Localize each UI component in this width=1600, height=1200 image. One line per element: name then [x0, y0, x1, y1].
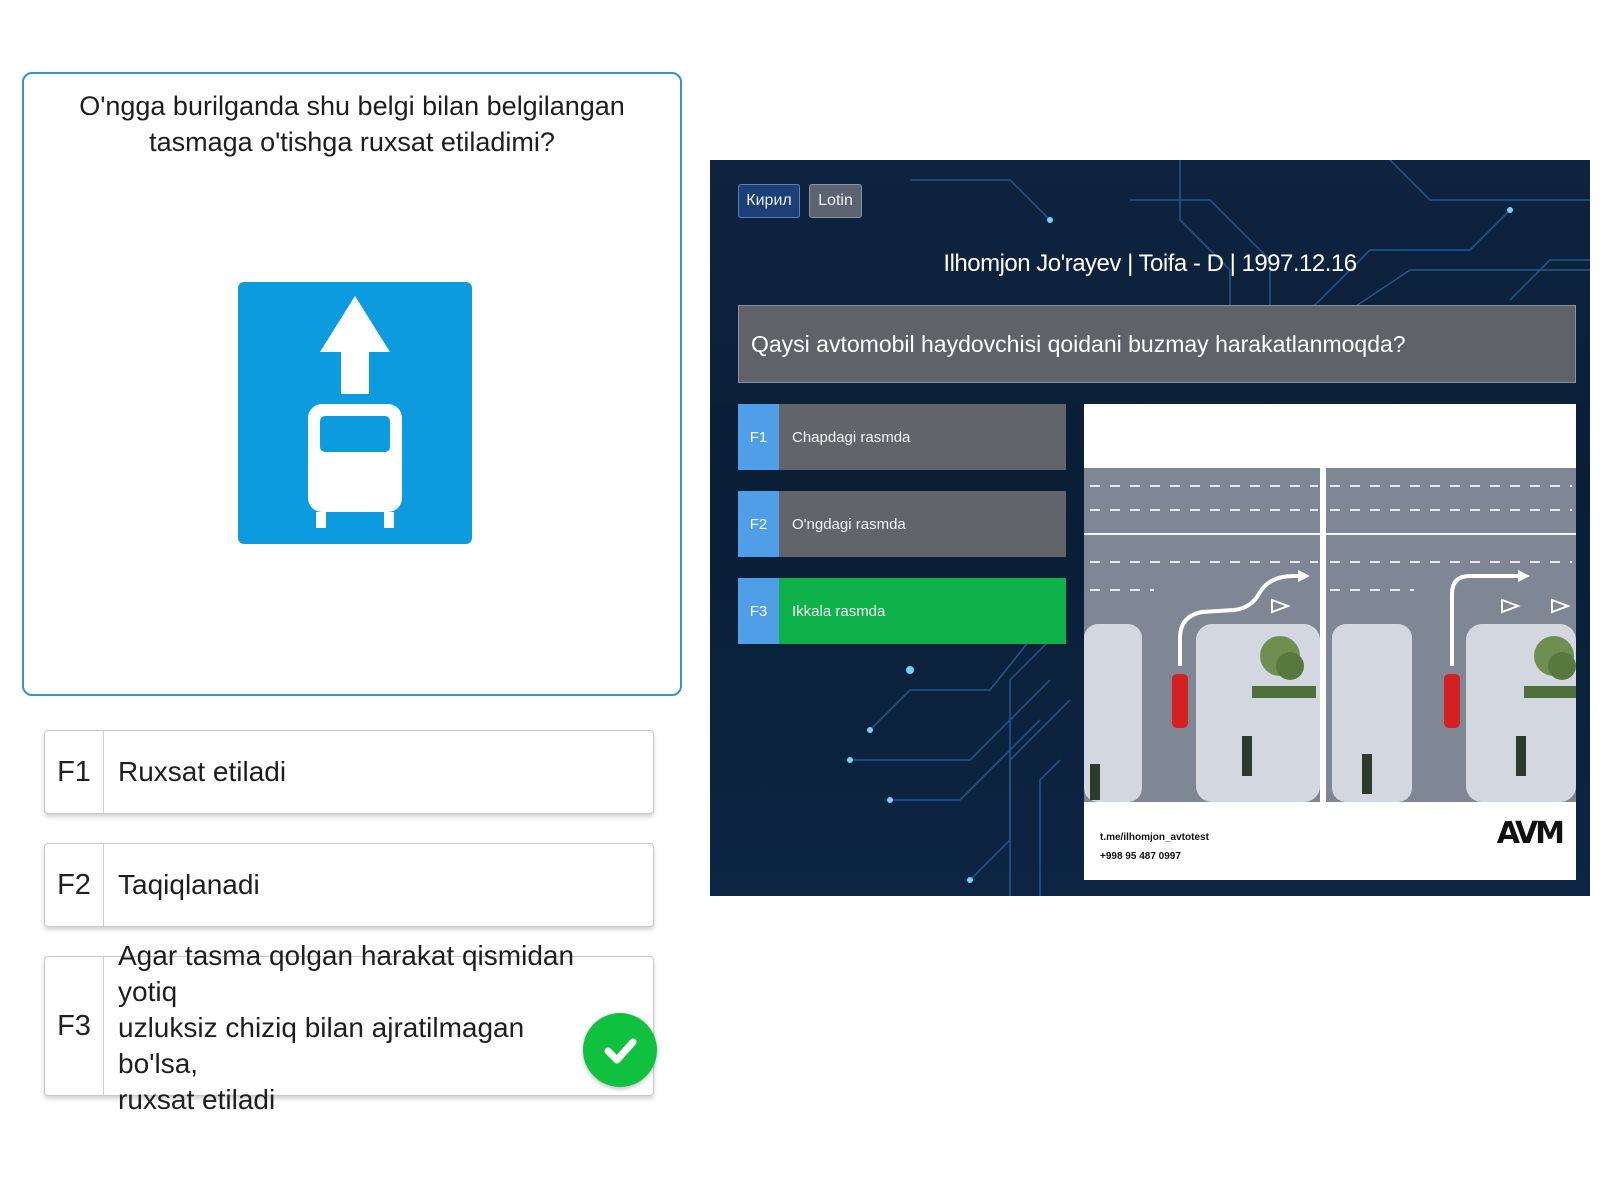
lang-latin-button[interactable]: Lotin [809, 184, 862, 218]
answer-text: Taqiqlanadi [118, 869, 260, 900]
exam-screenshot: Кирил Lotin Ilhomjon Jo'rayev | Toifa - … [710, 160, 1590, 896]
option-key: F3 [738, 578, 779, 644]
road-scene-image: t.me/ilhomjon_avtotest +998 95 487 0997 … [1084, 404, 1576, 880]
answer-text-line-1: Agar tasma qolgan harakat qismidan yotiq [118, 940, 575, 1007]
answer-key: F1 [45, 731, 104, 813]
screenshot-option-f2[interactable]: F2 O'ngdagi rasmda [738, 491, 1066, 557]
screenshot-question: Qaysi avtomobil haydovchisi qoidani buzm… [738, 305, 1576, 383]
answer-text: Agar tasma qolgan harakat qismidan yotiq… [104, 940, 653, 1115]
answer-list: F1 Ruxsat etiladi F2 Taqiqlanadi F3 Agar… [44, 730, 657, 1125]
lang-cyrillic-button[interactable]: Кирил [738, 184, 800, 218]
correct-check-icon [583, 1013, 657, 1087]
answer-key: F2 [45, 844, 104, 926]
question-line-2: tasmaga o'tishga ruxsat etiladimi? [149, 127, 555, 157]
screenshot-option-f3[interactable]: F3 Ikkala rasmda [738, 578, 1066, 644]
question-text: O'ngga burilganda shu belgi bilan belgil… [54, 88, 650, 160]
question-card: O'ngga burilganda shu belgi bilan belgil… [22, 72, 682, 696]
user-info: Ilhomjon Jo'rayev | Toifa - D | 1997.12.… [943, 250, 1357, 277]
phone-number: +998 95 487 0997 [1100, 851, 1181, 862]
road-illustration [1084, 404, 1576, 880]
question-line-1: O'ngga burilganda shu belgi bilan belgil… [79, 91, 625, 121]
answer-option-f1[interactable]: F1 Ruxsat etiladi [44, 730, 654, 814]
answer-key: F3 [45, 957, 104, 1095]
option-text: Ikkala rasmda [792, 602, 886, 620]
avm-logo: AVM [1496, 816, 1565, 851]
answer-text-line-2: uzluksiz chiziq bilan ajratilmagan bo'ls… [118, 1012, 525, 1079]
telegram-link[interactable]: t.me/ilhomjon_avtotest [1100, 832, 1209, 843]
bus-lane-sign-icon [238, 282, 472, 544]
answer-option-f2[interactable]: F2 Taqiqlanadi [44, 843, 654, 927]
option-text: Chapdagi rasmda [792, 428, 911, 446]
screenshot-option-f1[interactable]: F1 Chapdagi rasmda [738, 404, 1066, 470]
answer-option-f3[interactable]: F3 Agar tasma qolgan harakat qismidan yo… [44, 940, 657, 1115]
option-key: F2 [738, 491, 779, 557]
answer-text-line-3: ruxsat etiladi [118, 1084, 276, 1115]
answer-text: Ruxsat etiladi [118, 756, 287, 787]
option-text: O'ngdagi rasmda [792, 515, 906, 533]
option-key: F1 [738, 404, 779, 470]
